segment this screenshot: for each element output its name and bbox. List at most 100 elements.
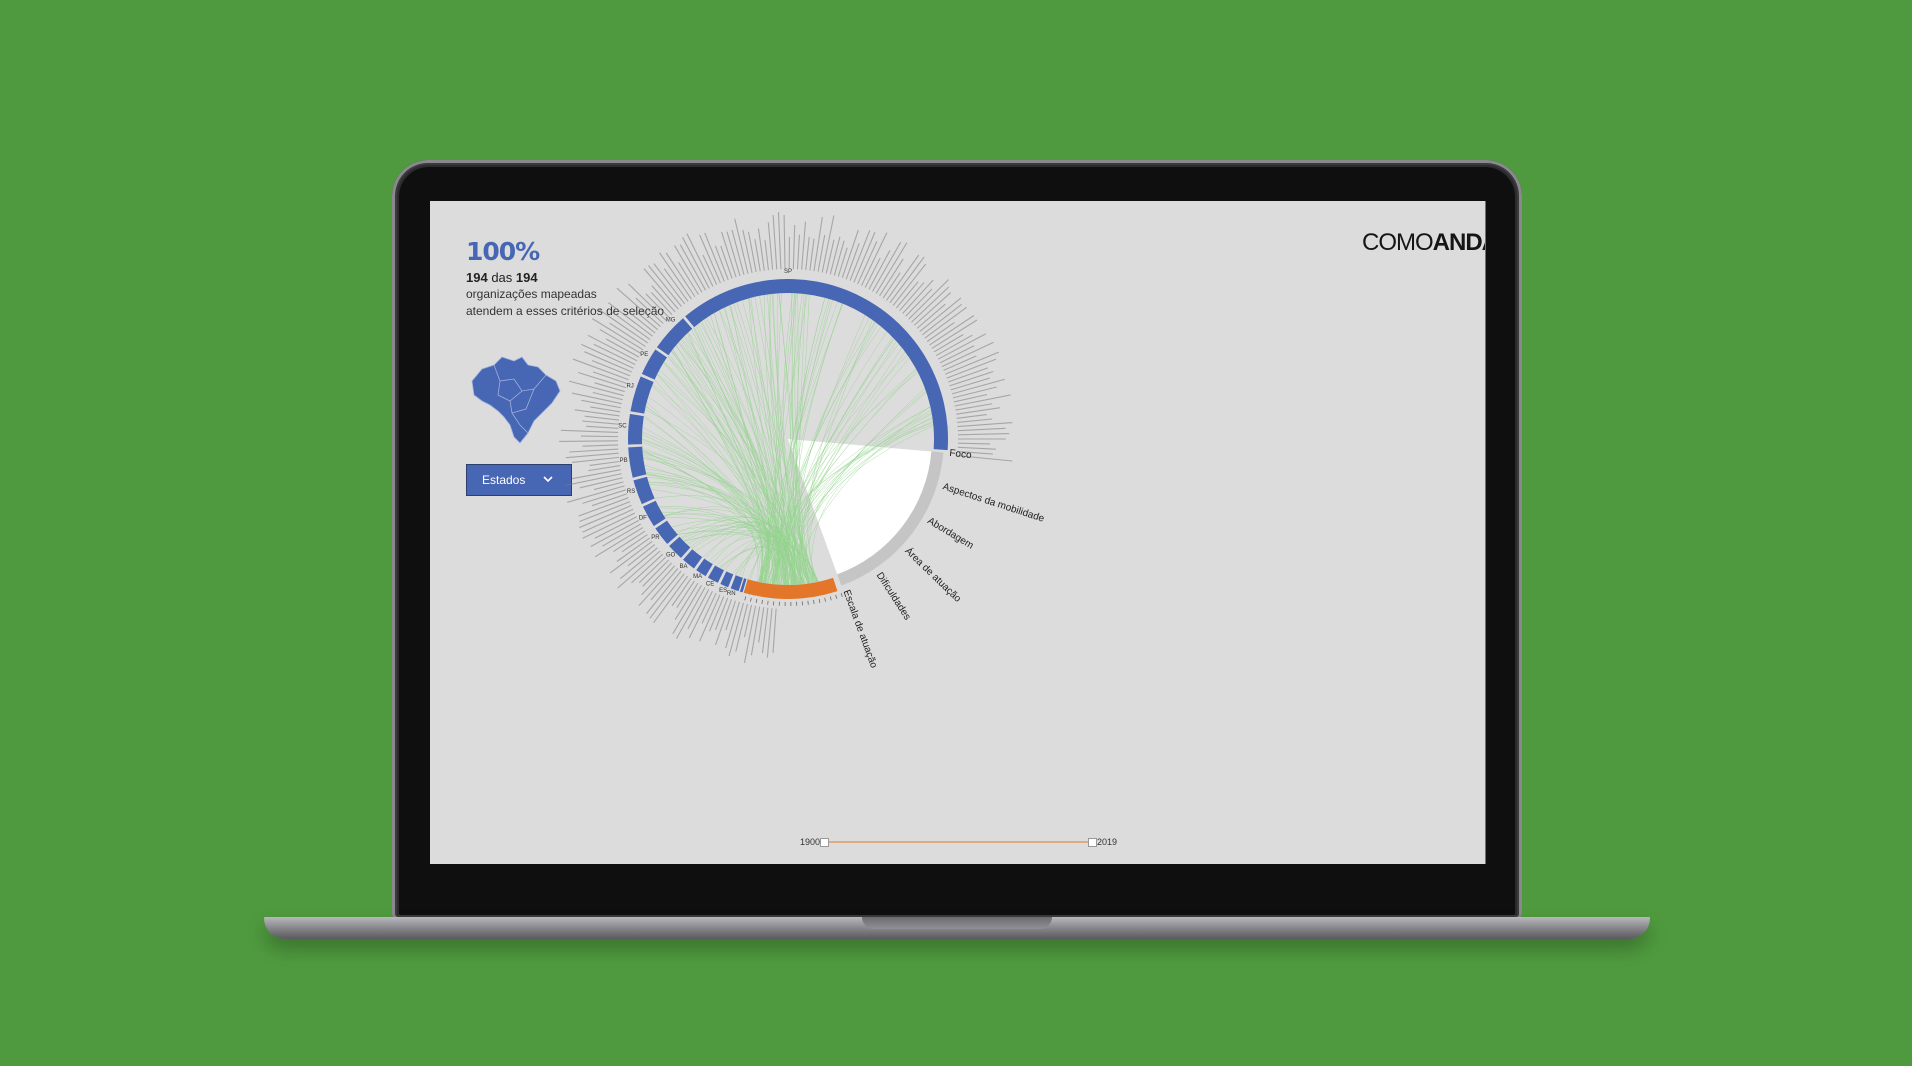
organization-label [579,477,623,489]
organization-label [754,239,761,272]
organization-label [946,358,997,379]
organization-label [750,597,752,602]
organization-label [772,215,778,270]
organization-label [582,444,619,447]
organization-label [766,608,773,658]
organization-label [688,591,713,639]
organization-label [725,600,736,631]
organization-label [829,596,832,601]
organization-label [645,293,670,318]
state-label-ma: MA [693,574,702,580]
organization-label [630,313,656,334]
organization-label [678,262,699,295]
organization-label [764,239,770,271]
organization-label [801,221,807,270]
timeline-start-year: 1900 [800,837,821,847]
organization-label [665,252,696,298]
organization-label [957,418,993,423]
organization-label [957,433,1010,436]
organization-label [651,285,676,313]
organization-label [833,240,845,276]
category-label: Dificuldades [874,571,913,623]
organization-label [755,598,758,604]
organization-label [824,597,826,602]
timeline-start-handle[interactable] [820,838,829,847]
organization-label [582,420,619,425]
laptop-notch [862,917,1052,929]
organization-label [565,452,619,459]
state-label-ba: BA [680,564,688,570]
timeline-end-handle[interactable] [1088,838,1097,847]
organization-label [952,386,997,399]
state-segment-es[interactable] [720,571,734,588]
organization-label [635,297,664,324]
organization-label [895,281,919,309]
state-segment-sc[interactable] [628,413,644,445]
chord-diagram[interactable]: SPMGPERJSCPBRSDFPRGOBAMACEESRNFocoAspect… [430,201,1485,864]
organization-label [627,544,656,567]
organization-label [682,237,710,289]
organization-label [590,519,640,547]
organization-label [588,465,621,472]
organization-label [619,547,658,580]
organization-label [935,334,973,357]
organization-label [642,559,670,587]
state-label-sc: SC [618,423,627,429]
organization-label [767,222,774,270]
organization-label [687,589,710,630]
state-label-pb: PB [620,458,628,464]
organization-label [613,530,646,553]
organization-label [571,469,621,480]
organization-label [578,497,629,517]
organization-label [957,442,990,445]
organization-label [835,594,838,599]
organization-label [761,607,769,654]
organization-label [954,394,1011,407]
organization-label [902,279,934,314]
organization-label [813,599,815,605]
state-label-sp: SP [784,269,792,275]
organization-label [633,309,659,331]
organization-label [589,460,620,467]
state-segment-rj[interactable] [630,376,654,414]
organization-label [792,225,796,270]
organization-label [584,415,620,421]
organization-label [674,245,703,293]
organization-label [837,247,848,277]
state-segment-df[interactable] [642,500,666,527]
organization-label [857,241,878,285]
organization-label [813,216,823,272]
category-label: Foco [949,448,973,461]
organization-label [783,215,786,270]
organization-label [905,288,933,317]
state-segment-rs[interactable] [633,476,655,505]
organization-label [777,211,782,270]
state-label-rs: RS [627,489,635,495]
state-label-pe: PE [640,352,648,358]
organization-label [641,562,673,596]
organization-label [921,303,963,336]
organization-label [650,292,673,316]
organization-label [796,234,800,270]
organization-label [560,429,619,434]
organization-label [916,303,946,329]
organization-label [571,392,622,405]
state-label-df: DF [639,515,647,521]
state-label-pr: PR [651,535,660,541]
timeline-end-year: 2019 [1097,837,1118,847]
organization-label [818,598,821,604]
state-label-rj: RJ [626,384,633,390]
organization-label [809,238,815,271]
state-segment-mg[interactable] [656,318,693,356]
organization-label [849,230,871,281]
organization-label [750,606,761,656]
organization-label [956,414,987,419]
organization-label [744,596,747,601]
organization-label [586,425,619,429]
organization-label [579,504,632,529]
organization-label [567,485,625,503]
organization-label [761,599,763,605]
organization-label [605,338,640,358]
organization-label [758,607,765,643]
category-label: Área de atuação [902,544,964,605]
